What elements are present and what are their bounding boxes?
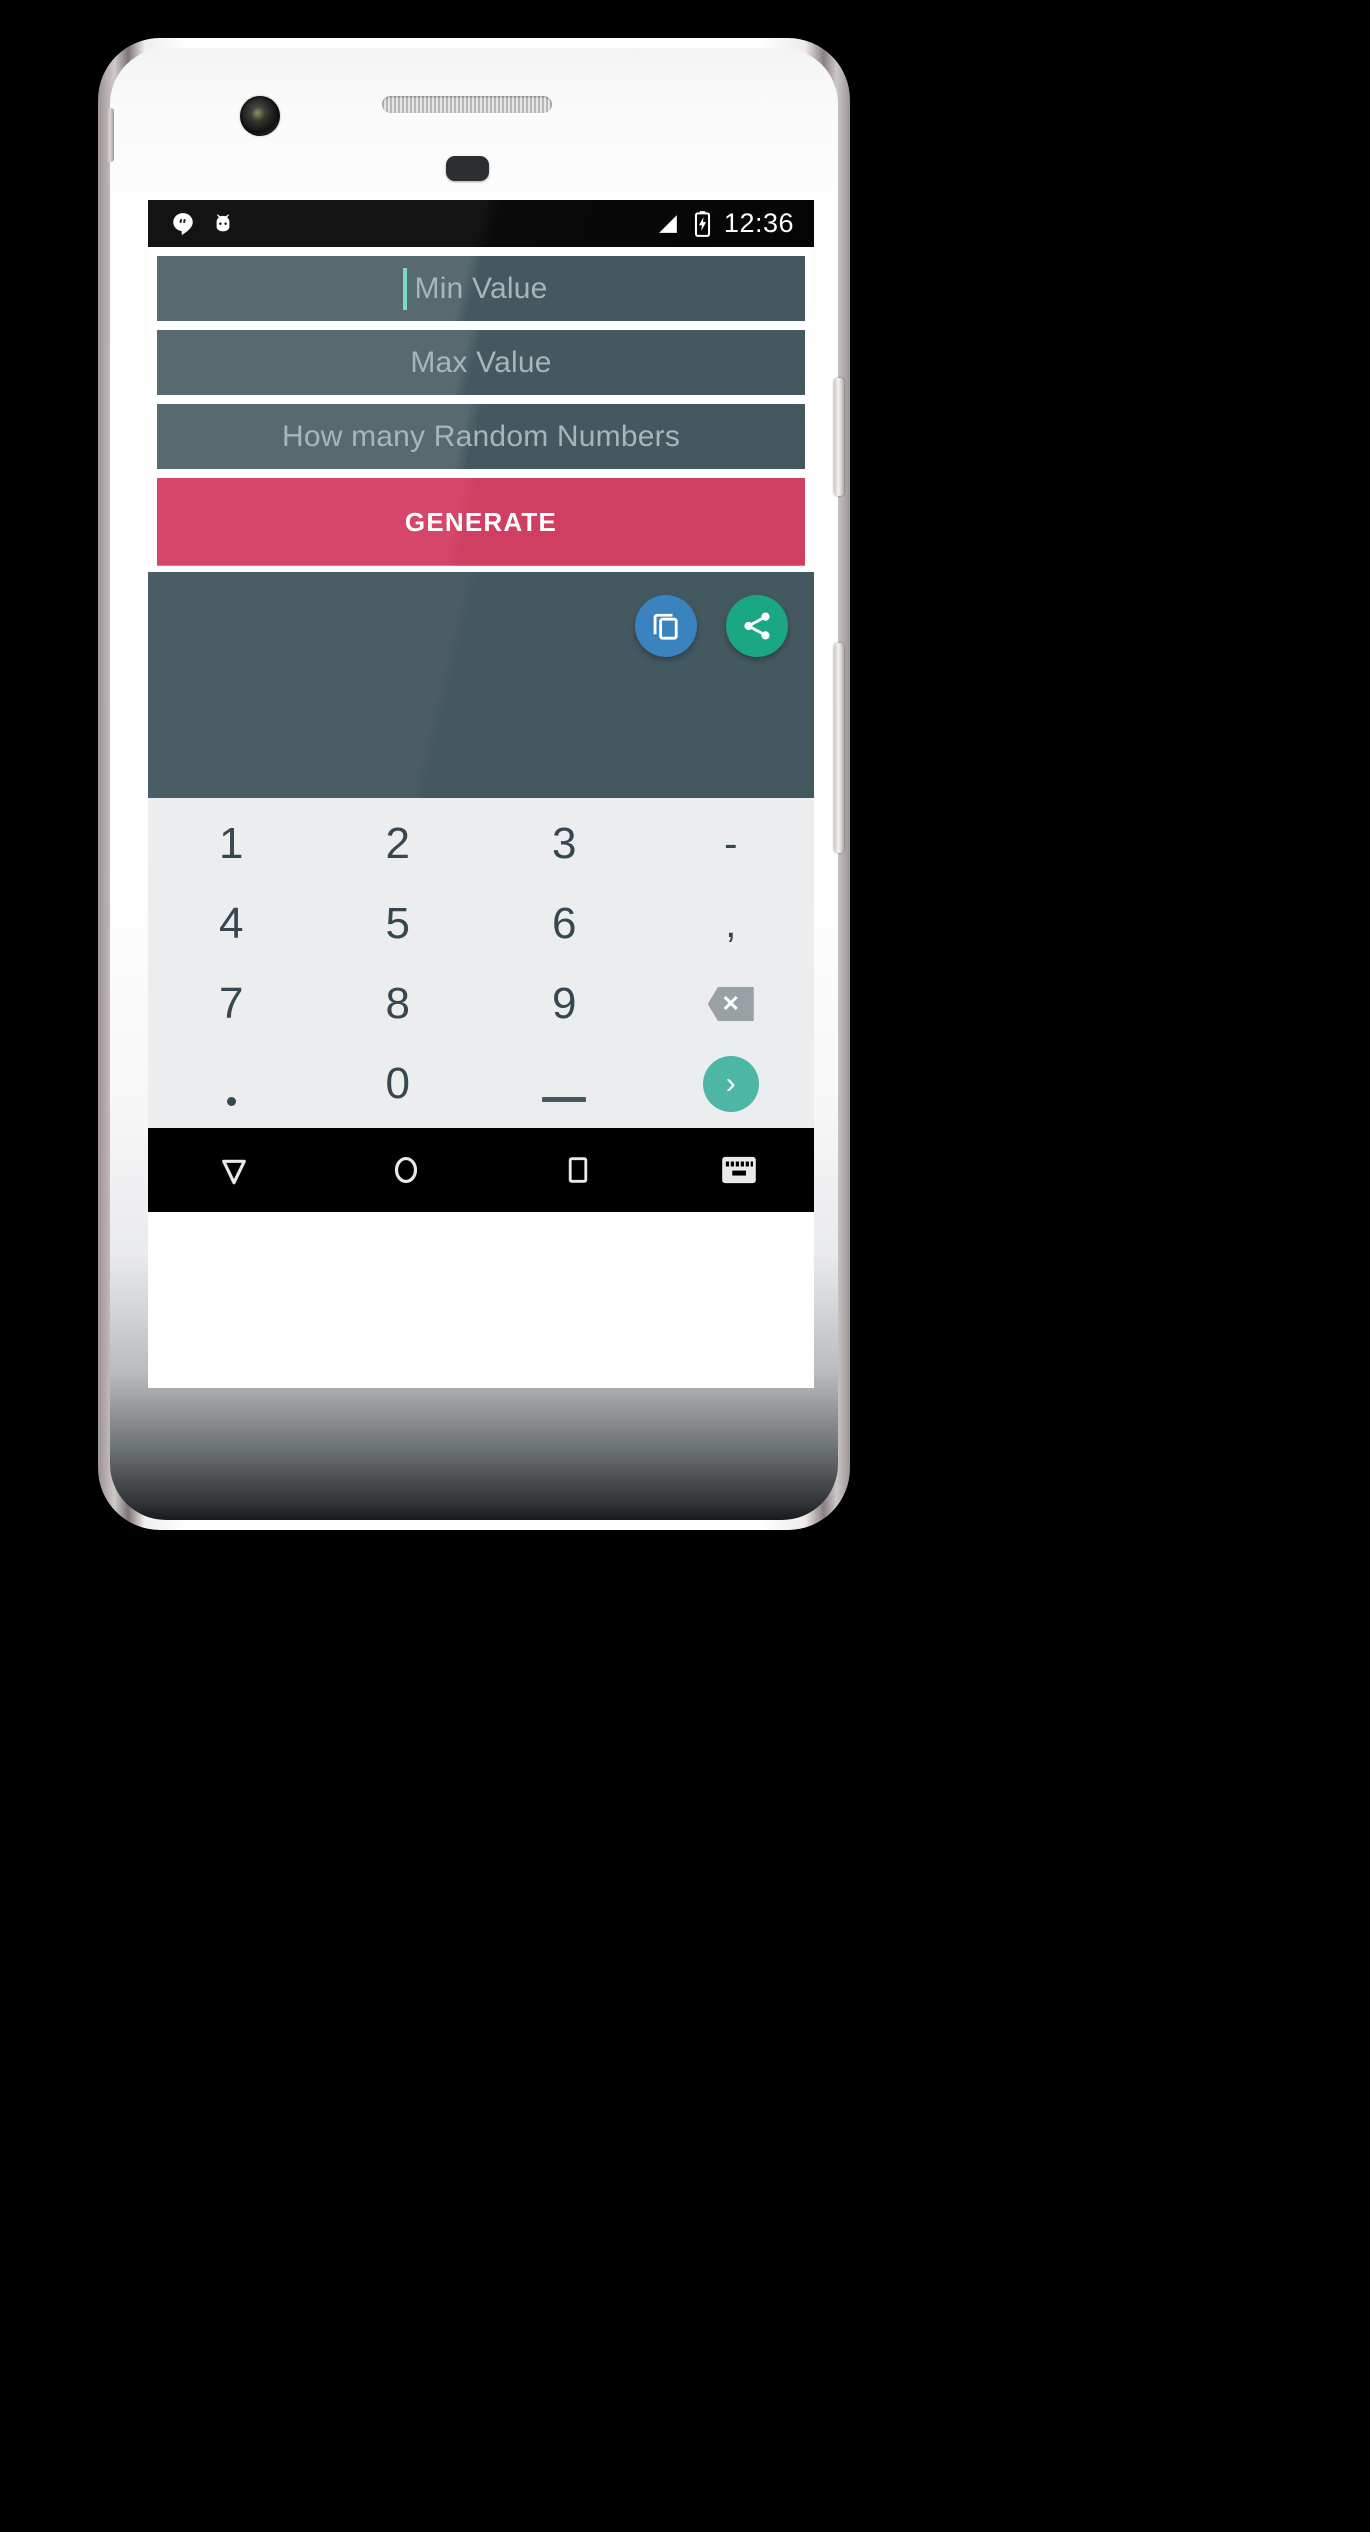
key-4[interactable]: 4 (148, 884, 315, 964)
signal-icon (656, 211, 681, 236)
key-5[interactable]: 5 (315, 884, 482, 964)
screenshot-root: 12:36 Min Value Max Value How many Rando… (0, 0, 1370, 2532)
numeric-keyboard[interactable]: 1 2 3 - 4 5 6 , 7 8 9 ✕ 0 › (148, 798, 814, 1128)
share-icon (740, 609, 774, 643)
keyboard-icon (720, 1153, 758, 1187)
key-minus[interactable]: - (648, 804, 815, 884)
key-period[interactable] (148, 1044, 315, 1124)
max-value-placeholder: Max Value (410, 345, 552, 379)
keyboard-row: 7 8 9 ✕ (148, 964, 814, 1044)
min-value-placeholder: Min Value (414, 271, 548, 305)
battery-charging-icon (692, 210, 713, 237)
phone-front-face: 12:36 Min Value Max Value How many Rando… (106, 48, 844, 1520)
backspace-icon: ✕ (707, 987, 754, 1021)
key-8[interactable]: 8 (315, 964, 482, 1044)
key-comma[interactable]: , (648, 884, 815, 964)
key-0[interactable]: 0 (315, 1044, 482, 1124)
app-content: Min Value Max Value How many Random Numb… (148, 256, 814, 798)
max-value-input[interactable]: Max Value (157, 330, 805, 395)
home-button[interactable] (320, 1151, 492, 1189)
device-screen: 12:36 Min Value Max Value How many Rando… (148, 200, 814, 1388)
recents-square-icon (561, 1153, 595, 1187)
key-7[interactable]: 7 (148, 964, 315, 1044)
generate-button[interactable]: GENERATE (157, 478, 805, 566)
result-panel[interactable] (148, 572, 814, 798)
back-triangle-icon (215, 1151, 253, 1189)
text-caret (403, 267, 407, 310)
key-enter[interactable]: › (648, 1044, 815, 1124)
phone-device: 12:36 Min Value Max Value How many Rando… (48, 20, 850, 1530)
keyboard-row: 4 5 6 , (148, 884, 814, 964)
cyanogenmod-icon (210, 211, 236, 237)
front-camera-icon (240, 96, 280, 136)
keyboard-toggle[interactable] (664, 1153, 814, 1187)
left-side-button[interactable] (106, 108, 114, 162)
status-bar-notifications (148, 211, 236, 237)
back-button[interactable] (148, 1151, 320, 1189)
key-3[interactable]: 3 (481, 804, 648, 884)
recents-button[interactable] (492, 1153, 664, 1187)
min-value-input[interactable]: Min Value (157, 256, 805, 321)
key-1[interactable]: 1 (148, 804, 315, 884)
copy-fab[interactable] (635, 595, 697, 657)
underscore-icon (542, 1096, 587, 1102)
key-6[interactable]: 6 (481, 884, 648, 964)
count-value-input[interactable]: How many Random Numbers (157, 404, 805, 469)
hangouts-icon (170, 211, 196, 237)
navigation-bar (148, 1128, 814, 1212)
period-icon (226, 1096, 236, 1106)
key-underscore[interactable] (481, 1044, 648, 1124)
earpiece-speaker-icon (382, 96, 552, 113)
copy-icon (649, 609, 683, 643)
power-button[interactable] (834, 378, 844, 496)
keyboard-row: 1 2 3 - (148, 804, 814, 884)
key-2[interactable]: 2 (315, 804, 482, 884)
enter-arrow-icon: › (702, 1056, 759, 1112)
status-bar-system: 12:36 (656, 208, 814, 239)
volume-button[interactable] (834, 643, 844, 853)
keyboard-row: 0 › (148, 1044, 814, 1124)
status-bar: 12:36 (148, 200, 814, 247)
home-circle-icon (387, 1151, 425, 1189)
generate-button-label: GENERATE (404, 506, 558, 537)
proximity-sensor-icon (446, 156, 489, 181)
key-9[interactable]: 9 (481, 964, 648, 1044)
share-fab[interactable] (726, 595, 788, 657)
count-value-placeholder: How many Random Numbers (281, 419, 681, 453)
status-bar-clock: 12:36 (723, 208, 794, 238)
key-backspace[interactable]: ✕ (648, 964, 815, 1044)
